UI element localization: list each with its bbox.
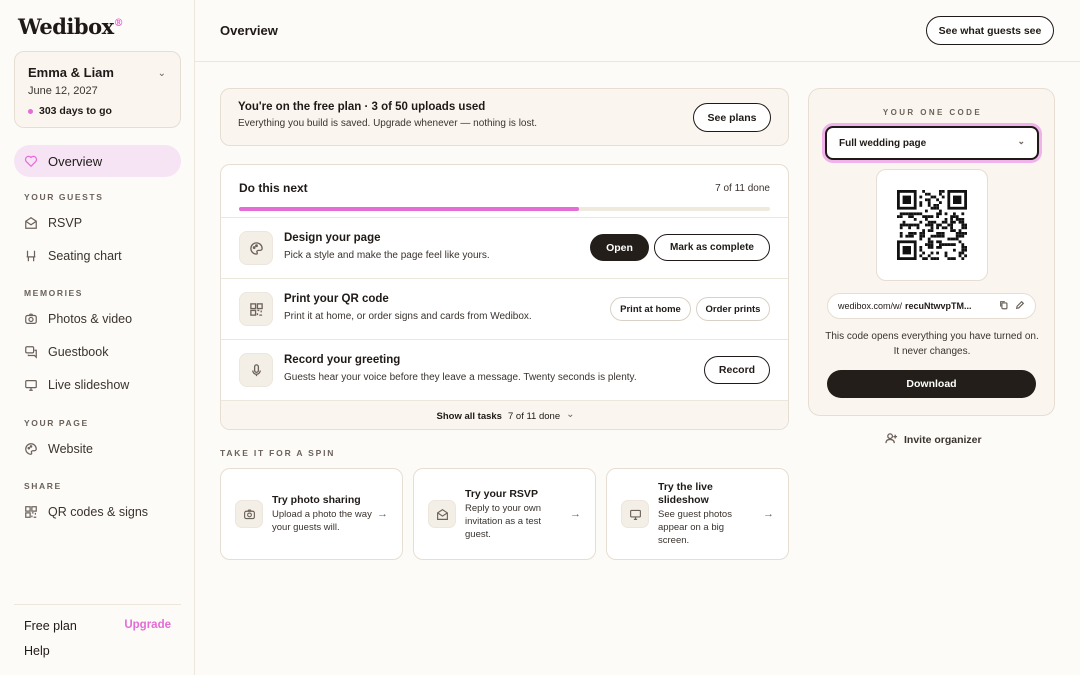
edit-icon[interactable] bbox=[1015, 300, 1025, 312]
spin-card-description: Reply to your own invitation as a test g… bbox=[465, 503, 542, 540]
camera-icon bbox=[24, 312, 38, 326]
sidebar-item-seating[interactable]: Seating chart bbox=[24, 249, 122, 263]
sidebar-item-website[interactable]: Website bbox=[24, 442, 93, 456]
sidebar-item-slideshow[interactable]: Live slideshow bbox=[24, 378, 129, 392]
spin-section-label: TAKE IT FOR A SPIN bbox=[220, 448, 336, 458]
arrow-right-icon: → bbox=[763, 508, 774, 520]
section-share: SHARE bbox=[24, 481, 62, 491]
spin-card-title: Try photo sharing bbox=[272, 494, 361, 506]
sidebar-item-rsvp[interactable]: RSVP bbox=[24, 216, 82, 230]
code-target-value: Full wedding page bbox=[839, 137, 927, 149]
task-row: Print your QR code Print it at home, or … bbox=[221, 278, 788, 339]
chevron-down-icon: ⌄ bbox=[157, 68, 166, 79]
sidebar-item-qr-codes[interactable]: QR codes & signs bbox=[24, 505, 148, 519]
open-design-button[interactable]: Open bbox=[590, 234, 649, 261]
show-all-count: 7 of 11 done bbox=[507, 410, 561, 422]
app-logo[interactable]: Wedibox® bbox=[18, 14, 124, 39]
plan-subtitle: Everything you build is saved. Upgrade w… bbox=[238, 118, 538, 129]
try-live-slideshow-card[interactable]: Try the live slideshow See guest photos … bbox=[606, 468, 789, 560]
countdown-dot bbox=[28, 108, 33, 114]
help-row: Help bbox=[14, 633, 181, 658]
sidebar-item-photos[interactable]: Photos & video bbox=[24, 312, 132, 326]
envelope-icon bbox=[24, 216, 38, 230]
spin-card-title: Try the live slideshow bbox=[658, 481, 713, 506]
task-row: Record your greeting Guests hear your vo… bbox=[221, 339, 788, 400]
code-target-select[interactable]: Full wedding page ⌄ bbox=[825, 126, 1039, 160]
qr-code-image bbox=[897, 190, 967, 260]
qr-code-preview bbox=[876, 169, 988, 281]
monitor-icon bbox=[621, 500, 649, 528]
section-your-page: YOUR PAGE bbox=[24, 418, 89, 428]
code-url-field[interactable]: wedibox.com/w/ recuNtwvpTM... bbox=[827, 293, 1036, 319]
plan-row: Free plan Upgrade bbox=[14, 605, 181, 633]
sidebar: Wedibox® Emma & Liam June 12, 2027 303 d… bbox=[0, 0, 195, 675]
sidebar-item-guestbook[interactable]: Guestbook bbox=[24, 345, 108, 359]
section-memories: MEMORIES bbox=[24, 288, 84, 298]
copy-icon[interactable] bbox=[999, 300, 1009, 312]
tasks-progress-fill bbox=[239, 207, 579, 211]
camera-icon bbox=[235, 500, 263, 528]
chat-icon bbox=[24, 345, 38, 359]
show-all-label: Show all tasks bbox=[436, 410, 502, 422]
spin-card-description: Upload a photo the way your guests will. bbox=[272, 509, 372, 533]
see-plans-button[interactable]: See plans bbox=[693, 103, 771, 132]
envelope-icon bbox=[428, 500, 456, 528]
microphone-icon bbox=[239, 353, 273, 387]
show-all-tasks-toggle[interactable]: Show all tasks 7 of 11 done ⌄ bbox=[221, 400, 788, 429]
task-row: Design your page Pick a style and make t… bbox=[221, 217, 788, 278]
try-rsvp-card[interactable]: Try your RSVP Reply to your own invitati… bbox=[413, 468, 596, 560]
qr-icon bbox=[239, 292, 273, 326]
heart-icon bbox=[24, 154, 38, 168]
qr-icon bbox=[24, 505, 38, 519]
palette-icon bbox=[24, 442, 38, 456]
couple-switcher[interactable]: Emma & Liam June 12, 2027 303 days to go… bbox=[14, 51, 181, 128]
tasks-card: Do this next 7 of 11 done Design your pa… bbox=[220, 164, 789, 430]
try-photo-sharing-card[interactable]: Try photo sharing Upload a photo the way… bbox=[220, 468, 403, 560]
order-prints-button[interactable]: Order prints bbox=[696, 297, 770, 321]
arrow-right-icon: → bbox=[570, 508, 581, 520]
print-at-home-button[interactable]: Print at home bbox=[610, 297, 691, 321]
task-description: Guests hear your voice before they leave… bbox=[284, 372, 637, 383]
task-title: Print your QR code bbox=[284, 293, 389, 305]
see-what-guests-see-button[interactable]: See what guests see bbox=[926, 16, 1054, 45]
plan-label: Free plan bbox=[24, 619, 77, 633]
sidebar-footer: Free plan Upgrade Help bbox=[14, 604, 181, 658]
task-title: Record your greeting bbox=[284, 354, 401, 366]
url-slug: recuNtwvpTM... bbox=[905, 301, 972, 311]
tasks-count: 7 of 11 done bbox=[715, 183, 770, 194]
invite-organizer-link[interactable]: Invite organizer bbox=[885, 432, 982, 448]
download-button[interactable]: Download bbox=[827, 370, 1036, 398]
sidebar-item-overview[interactable]: Overview bbox=[14, 145, 181, 177]
countdown: 303 days to go bbox=[28, 105, 167, 117]
task-title: Design your page bbox=[284, 232, 381, 244]
one-code-panel: YOUR ONE CODE Full wedding page ⌄ wedibo… bbox=[808, 88, 1055, 416]
plan-banner: You're on the free plan · 3 of 50 upload… bbox=[220, 88, 789, 146]
monitor-icon bbox=[24, 378, 38, 392]
tasks-progress-bar bbox=[239, 207, 770, 211]
top-bar: Overview See what guests see bbox=[195, 0, 1080, 62]
plan-title: You're on the free plan · 3 of 50 upload… bbox=[238, 101, 486, 113]
task-description: Print it at home, or order signs and car… bbox=[284, 311, 532, 322]
spin-card-description: See guest photos appear on a big screen. bbox=[658, 509, 732, 546]
task-description: Pick a style and make the page feel like… bbox=[284, 250, 490, 261]
code-note: This code opens everything you have turn… bbox=[825, 331, 1039, 357]
add-user-icon bbox=[885, 432, 898, 448]
upgrade-link[interactable]: Upgrade bbox=[124, 619, 171, 633]
url-prefix: wedibox.com/w/ bbox=[838, 301, 903, 311]
palette-icon bbox=[239, 231, 273, 265]
one-code-label: YOUR ONE CODE bbox=[882, 108, 983, 117]
arrow-right-icon: → bbox=[377, 508, 388, 520]
help-link[interactable]: Help bbox=[24, 644, 50, 658]
chevron-down-icon: ⌄ bbox=[1017, 135, 1025, 146]
section-your-guests: YOUR GUESTS bbox=[24, 192, 104, 202]
page-title: Overview bbox=[220, 23, 278, 38]
tasks-title: Do this next bbox=[239, 181, 308, 195]
mark-complete-button[interactable]: Mark as complete bbox=[654, 234, 770, 261]
record-button[interactable]: Record bbox=[704, 356, 770, 384]
chair-icon bbox=[24, 249, 38, 263]
wedding-date: June 12, 2027 bbox=[28, 85, 98, 97]
chevron-down-icon: ⌄ bbox=[566, 408, 575, 420]
spin-card-title: Try your RSVP bbox=[465, 488, 538, 500]
couple-name: Emma & Liam bbox=[28, 65, 114, 80]
